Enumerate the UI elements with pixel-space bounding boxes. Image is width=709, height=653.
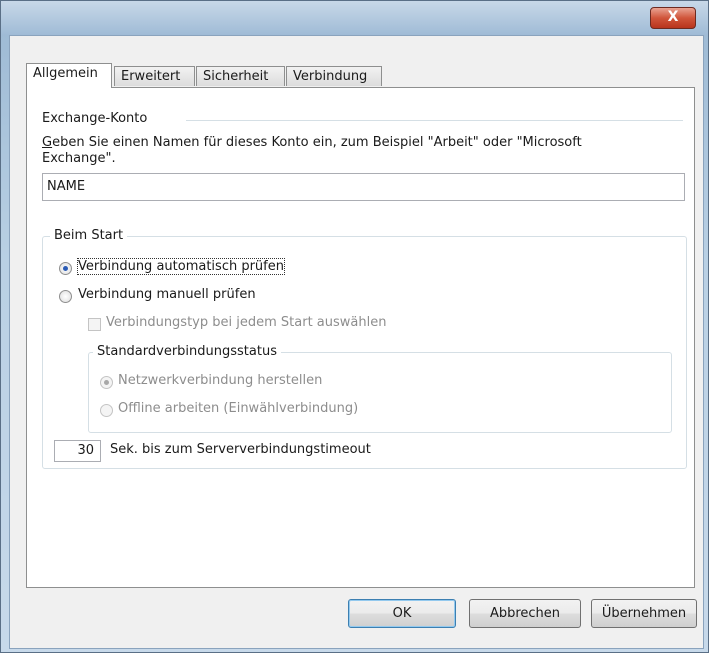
instruction-text-line1-rest: eben Sie einen Namen für dieses Konto ei… xyxy=(52,135,582,150)
timeout-seconds-input[interactable]: 30 xyxy=(54,440,101,462)
tab-erweitert[interactable]: Erweitert xyxy=(114,66,195,86)
startup-group-title: Beim Start xyxy=(50,228,128,243)
choose-type-label[interactable]: Verbindungstyp bei jedem Start auswählen xyxy=(106,315,386,330)
tab-sicherheit[interactable]: Sicherheit xyxy=(196,66,285,86)
auto-check-label[interactable]: Verbindung automatisch prüfen xyxy=(77,258,285,275)
network-connect-radio[interactable] xyxy=(100,376,113,389)
instruction-text-line2: Exchange". xyxy=(42,151,116,166)
tab-verbindung[interactable]: Verbindung xyxy=(286,66,382,86)
section-title-exchange-account: Exchange-Konto xyxy=(42,111,148,126)
manual-check-radio[interactable] xyxy=(59,290,72,303)
close-button[interactable]: X xyxy=(650,7,696,29)
cancel-button[interactable]: Abbrechen xyxy=(469,599,581,628)
section-divider xyxy=(186,120,683,121)
ok-button[interactable]: OK xyxy=(348,599,456,628)
apply-button[interactable]: Übernehmen xyxy=(591,599,697,628)
manual-check-label[interactable]: Verbindung manuell prüfen xyxy=(78,287,256,302)
offline-work-label[interactable]: Offline arbeiten (Einwählverbindung) xyxy=(118,401,358,416)
choose-type-checkbox[interactable] xyxy=(88,318,101,331)
account-name-input[interactable]: NAME xyxy=(42,173,685,201)
default-status-groupbox xyxy=(88,352,672,433)
instruction-text-line1: Geben Sie einen Namen für dieses Konto e… xyxy=(42,135,582,150)
close-icon: X xyxy=(667,9,679,25)
default-status-group-title: Standardverbindungsstatus xyxy=(93,344,281,359)
title-bar[interactable]: X xyxy=(1,1,708,35)
tab-allgemein[interactable]: Allgemein xyxy=(26,63,112,88)
timeout-label: Sek. bis zum Serververbindungstimeout xyxy=(110,442,371,457)
offline-work-radio[interactable] xyxy=(100,404,113,417)
auto-check-radio[interactable] xyxy=(59,262,72,275)
network-connect-label[interactable]: Netzwerkverbindung herstellen xyxy=(118,373,322,388)
